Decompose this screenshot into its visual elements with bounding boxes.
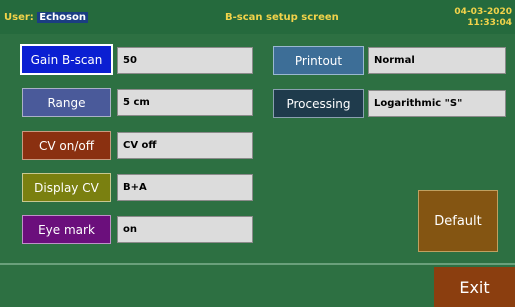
processing-label: Processing <box>286 96 351 111</box>
default-button[interactable]: Default <box>418 190 498 252</box>
printout-label: Printout <box>294 53 343 68</box>
user-info: User: Echoson <box>4 12 88 23</box>
cv-on-off-value: CV off <box>117 132 253 159</box>
gain-b-scan-button[interactable]: Gain B-scan <box>20 44 113 75</box>
gain-b-scan-label: Gain B-scan <box>30 52 103 67</box>
range-value: 5 cm <box>117 89 253 116</box>
cv-on-off-button[interactable]: CV on/off <box>22 131 111 160</box>
time-display: 11:33:04 <box>467 18 512 28</box>
exit-button[interactable]: Exit <box>434 267 515 307</box>
user-name: Echoson <box>37 12 88 23</box>
printout-value: Normal <box>368 47 506 74</box>
printout-button[interactable]: Printout <box>273 46 364 75</box>
display-cv-button[interactable]: Display CV <box>22 173 111 202</box>
settings-panel: Gain B-scan 50 Range 5 cm CV on/off CV o… <box>0 34 515 263</box>
eye-mark-value: on <box>117 216 253 243</box>
user-label: User: <box>4 12 34 23</box>
default-label: Default <box>434 213 482 229</box>
display-cv-value: B+A <box>117 174 253 201</box>
processing-button[interactable]: Processing <box>273 89 364 118</box>
date-display: 04-03-2020 <box>454 7 512 17</box>
footer-bar: Exit <box>0 265 515 307</box>
range-label: Range <box>47 95 86 110</box>
exit-label: Exit <box>459 277 490 297</box>
processing-value: Logarithmic "S" <box>368 90 506 117</box>
range-button[interactable]: Range <box>22 88 111 117</box>
display-cv-label: Display CV <box>34 180 99 195</box>
eye-mark-label: Eye mark <box>38 222 95 237</box>
header-bar: User: Echoson B-scan setup screen 04-03-… <box>0 0 515 34</box>
gain-b-scan-value: 50 <box>117 47 253 74</box>
cv-on-off-label: CV on/off <box>38 138 94 153</box>
screen-title: B-scan setup screen <box>225 12 339 23</box>
eye-mark-button[interactable]: Eye mark <box>22 215 111 244</box>
